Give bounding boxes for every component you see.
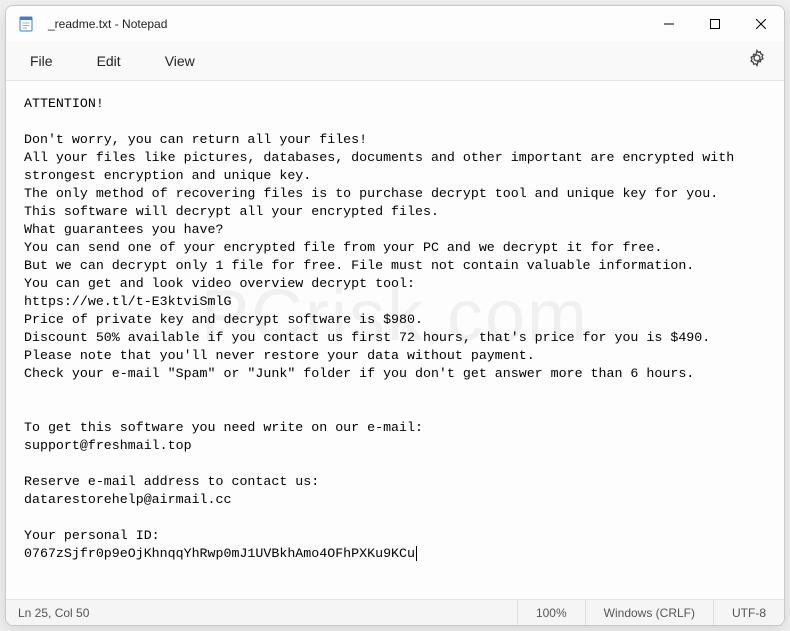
- text-line: Price of private key and decrypt softwar…: [24, 312, 423, 327]
- menu-view[interactable]: View: [149, 47, 211, 75]
- text-line: https://we.tl/t-E3ktviSmlG: [24, 294, 231, 309]
- status-zoom[interactable]: 100%: [517, 600, 585, 625]
- menu-edit[interactable]: Edit: [81, 47, 137, 75]
- gear-icon: [748, 49, 766, 67]
- text-line: Reserve e-mail address to contact us:: [24, 474, 319, 489]
- minimize-icon: [664, 19, 674, 29]
- text-line: Please note that you'll never restore yo…: [24, 348, 535, 363]
- status-encoding: UTF-8: [713, 600, 784, 625]
- text-line: You can send one of your encrypted file …: [24, 240, 662, 255]
- text-line: To get this software you need write on o…: [24, 420, 423, 435]
- text-line: Check your e-mail "Spam" or "Junk" folde…: [24, 366, 694, 381]
- text-line: Your personal ID:: [24, 528, 160, 543]
- notepad-window: _readme.txt - Notepad File Edit View ATT…: [5, 5, 785, 626]
- text-line: support@freshmail.top: [24, 438, 192, 453]
- settings-button[interactable]: [738, 43, 776, 78]
- text-line: All your files like pictures, databases,…: [24, 150, 742, 183]
- text-line: Don't worry, you can return all your fil…: [24, 132, 367, 147]
- text-editor[interactable]: ATTENTION! Don't worry, you can return a…: [6, 81, 784, 599]
- close-icon: [756, 19, 766, 29]
- text-line: But we can decrypt only 1 file for free.…: [24, 258, 694, 273]
- status-eol: Windows (CRLF): [585, 600, 713, 625]
- close-button[interactable]: [738, 6, 784, 41]
- maximize-button[interactable]: [692, 6, 738, 41]
- titlebar: _readme.txt - Notepad: [6, 6, 784, 41]
- text-line: datarestorehelp@airmail.cc: [24, 492, 231, 507]
- text-line: This software will decrypt all your encr…: [24, 204, 439, 219]
- notepad-icon: [18, 16, 34, 32]
- menu-file[interactable]: File: [14, 47, 69, 75]
- text-line: What guarantees you have?: [24, 222, 224, 237]
- minimize-button[interactable]: [646, 6, 692, 41]
- menubar: File Edit View: [6, 41, 784, 81]
- text-line: Discount 50% available if you contact us…: [24, 330, 710, 345]
- text-line: The only method of recovering files is t…: [24, 186, 718, 201]
- window-controls: [646, 6, 784, 41]
- status-position: Ln 25, Col 50: [6, 600, 107, 625]
- text-line: ATTENTION!: [24, 96, 104, 111]
- maximize-icon: [710, 19, 720, 29]
- text-line: 0767zSjfr0p9eOjKhnqqYhRwp0mJ1UVBkhAmo4OF…: [24, 546, 417, 561]
- text-line: You can get and look video overview decr…: [24, 276, 415, 291]
- window-title: _readme.txt - Notepad: [48, 17, 167, 31]
- statusbar: Ln 25, Col 50 100% Windows (CRLF) UTF-8: [6, 599, 784, 625]
